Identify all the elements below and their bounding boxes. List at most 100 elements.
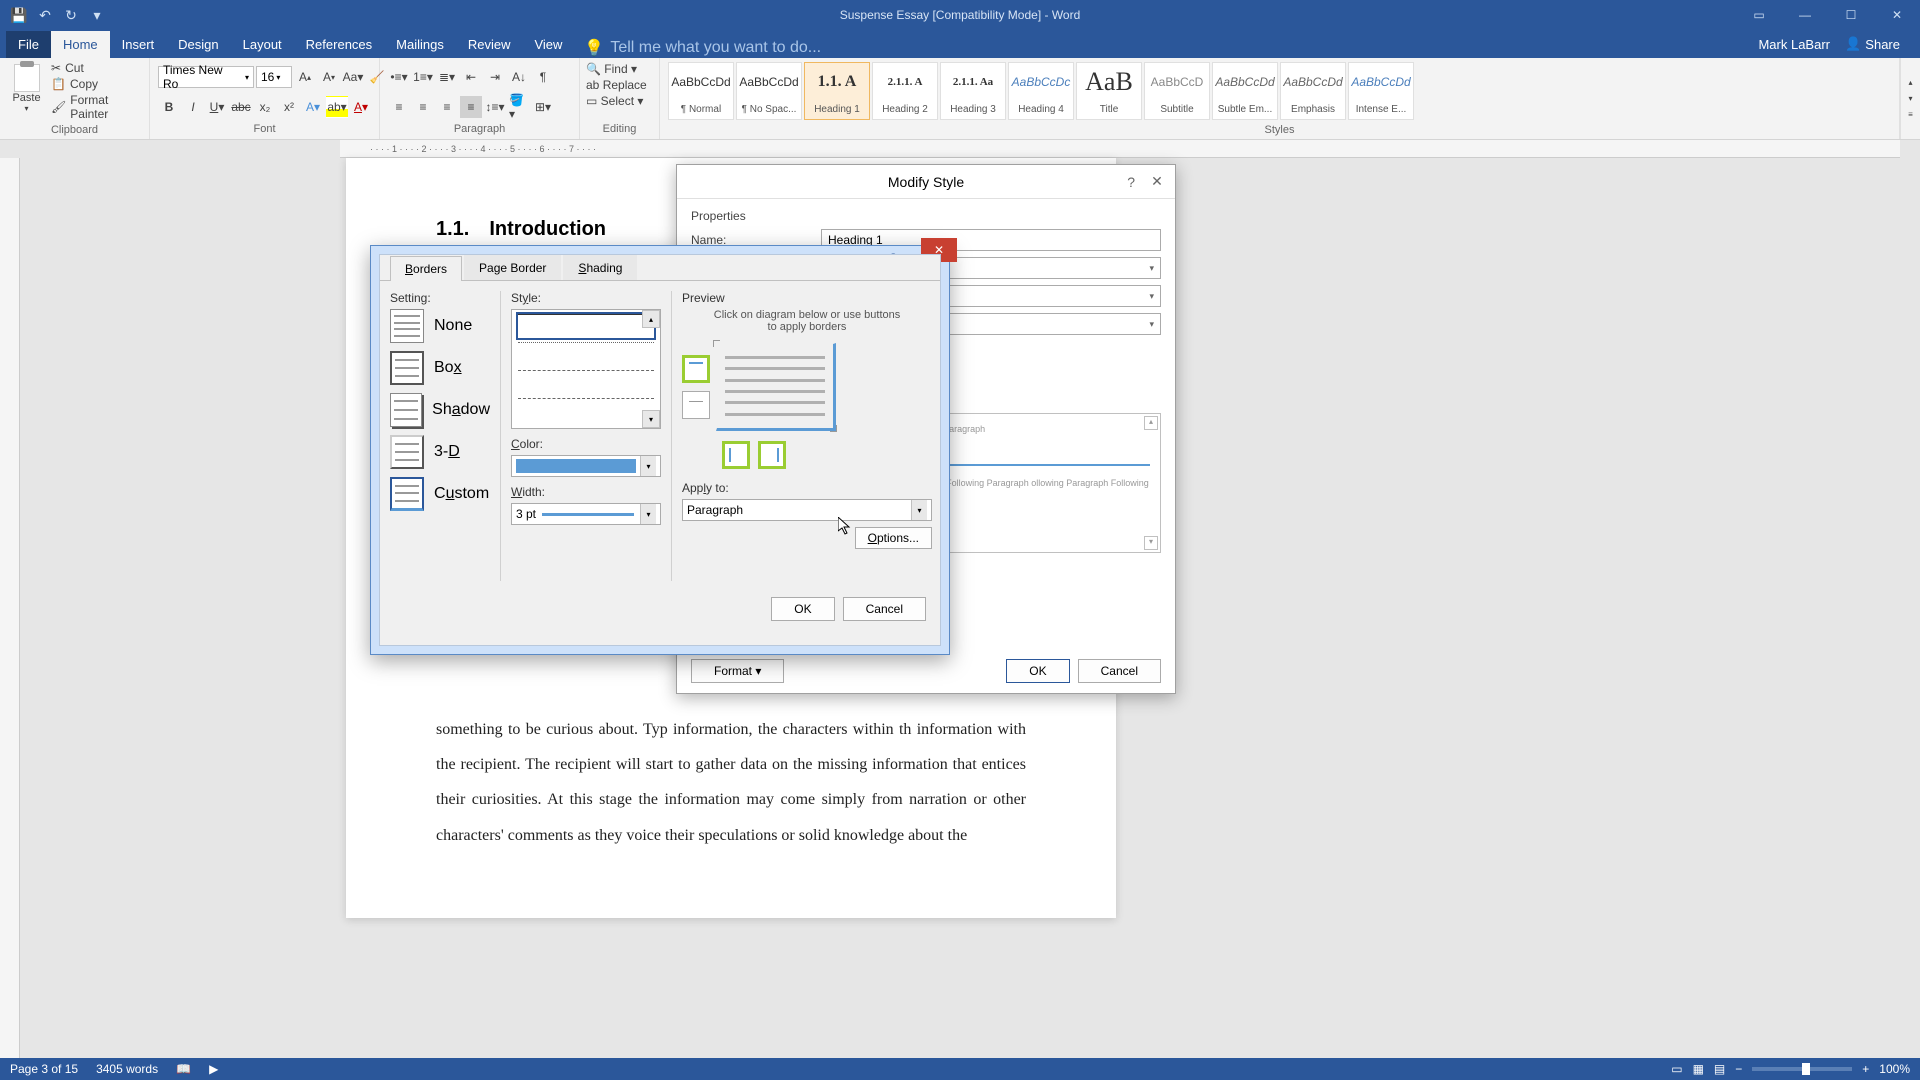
share-button[interactable]: 👤 Share bbox=[1835, 30, 1910, 58]
setting-none[interactable]: None bbox=[390, 309, 490, 343]
style-gallery-item[interactable]: 2.1.1. AHeading 2 bbox=[872, 62, 938, 120]
tab-home[interactable]: Home bbox=[51, 31, 110, 58]
change-case-icon[interactable]: Aa▾ bbox=[342, 66, 364, 88]
style-gallery-item[interactable]: AaBbCcDSubtitle bbox=[1144, 62, 1210, 120]
border-top-button[interactable] bbox=[682, 355, 710, 383]
border-color-combo[interactable]: ▾ bbox=[511, 455, 661, 477]
justify-icon[interactable]: ≡ bbox=[460, 96, 482, 118]
text-effects-icon[interactable]: A▾ bbox=[302, 96, 324, 118]
style-option-dashed[interactable] bbox=[518, 370, 654, 394]
style-option-solid[interactable] bbox=[518, 314, 654, 338]
print-layout-icon[interactable]: ▦ bbox=[1693, 1062, 1704, 1076]
horizontal-ruler[interactable]: · · · · 1 · · · · 2 · · · · 3 · · · · 4 … bbox=[340, 140, 1900, 158]
tab-file[interactable]: File bbox=[6, 31, 51, 58]
underline-button[interactable]: U▾ bbox=[206, 96, 228, 118]
page-indicator[interactable]: Page 3 of 15 bbox=[10, 1062, 78, 1076]
font-name-combo[interactable]: Times New Ro▾ bbox=[158, 66, 254, 88]
qat-customize-icon[interactable]: ▾ bbox=[88, 6, 106, 24]
maximize-icon[interactable]: ☐ bbox=[1828, 0, 1874, 30]
style-gallery-item[interactable]: AaBTitle bbox=[1076, 62, 1142, 120]
cancel-button[interactable]: Cancel bbox=[843, 597, 926, 621]
styles-scroll-up-icon[interactable]: ▴ bbox=[1900, 75, 1920, 91]
help-icon[interactable]: ? bbox=[1127, 174, 1135, 190]
document-body-text[interactable]: something to be curious about. Typ infor… bbox=[436, 712, 1026, 853]
tab-shading[interactable]: Shading bbox=[563, 255, 637, 280]
zoom-slider[interactable] bbox=[1752, 1067, 1852, 1071]
setting-shadow[interactable]: Shadow bbox=[390, 393, 490, 427]
ok-button[interactable]: OK bbox=[1006, 659, 1069, 683]
numbering-icon[interactable]: 1≡▾ bbox=[412, 66, 434, 88]
style-option-dashed2[interactable] bbox=[518, 398, 654, 422]
zoom-out-icon[interactable]: − bbox=[1735, 1062, 1742, 1076]
bold-button[interactable]: B bbox=[158, 96, 180, 118]
setting-3d[interactable]: 3-D bbox=[390, 435, 490, 469]
style-gallery-item[interactable]: 2.1.1. AaHeading 3 bbox=[940, 62, 1006, 120]
close-icon[interactable]: ✕ bbox=[1874, 0, 1920, 30]
align-center-icon[interactable]: ≡ bbox=[412, 96, 434, 118]
paste-button[interactable]: Paste ▾ bbox=[6, 60, 47, 113]
styles-scroll-down-icon[interactable]: ▾ bbox=[1900, 91, 1920, 107]
line-spacing-icon[interactable]: ↕≡▾ bbox=[484, 96, 506, 118]
style-gallery-item[interactable]: 1.1. AHeading 1 bbox=[804, 62, 870, 120]
cancel-button[interactable]: Cancel bbox=[1078, 659, 1161, 683]
ribbon-display-icon[interactable]: ▭ bbox=[1736, 0, 1782, 30]
strikethrough-button[interactable]: abc bbox=[230, 96, 252, 118]
grow-font-icon[interactable]: A▴ bbox=[294, 66, 316, 88]
border-right-button[interactable] bbox=[758, 441, 786, 469]
macros-icon[interactable]: ▶ bbox=[209, 1062, 218, 1076]
undo-icon[interactable]: ↶ bbox=[36, 6, 54, 24]
italic-button[interactable]: I bbox=[182, 96, 204, 118]
spellcheck-icon[interactable]: 📖 bbox=[176, 1062, 191, 1076]
zoom-in-icon[interactable]: + bbox=[1862, 1062, 1869, 1076]
tab-insert[interactable]: Insert bbox=[110, 31, 167, 58]
show-marks-icon[interactable]: ¶ bbox=[532, 66, 554, 88]
border-width-combo[interactable]: 3 pt ▾ bbox=[511, 503, 661, 525]
bullets-icon[interactable]: •≡▾ bbox=[388, 66, 410, 88]
align-right-icon[interactable]: ≡ bbox=[436, 96, 458, 118]
scroll-up-icon[interactable]: ▴ bbox=[642, 310, 660, 328]
shrink-font-icon[interactable]: A▾ bbox=[318, 66, 340, 88]
style-gallery-item[interactable]: AaBbCcDd¶ Normal bbox=[668, 62, 734, 120]
tell-me-search[interactable]: 💡 Tell me what you want to do... bbox=[584, 38, 821, 58]
save-icon[interactable]: 💾 bbox=[10, 6, 28, 24]
align-left-icon[interactable]: ≡ bbox=[388, 96, 410, 118]
account-name[interactable]: Mark LaBarr bbox=[1748, 31, 1840, 58]
read-mode-icon[interactable]: ▭ bbox=[1671, 1062, 1682, 1076]
tab-layout[interactable]: Layout bbox=[231, 31, 294, 58]
word-count[interactable]: 3405 words bbox=[96, 1062, 158, 1076]
close-icon[interactable]: ✕ bbox=[1139, 165, 1175, 199]
scroll-up-icon[interactable]: ▴ bbox=[1144, 416, 1158, 430]
dialog-title-bar[interactable]: Modify Style ? ✕ bbox=[677, 165, 1175, 199]
format-button[interactable]: Format ▾ bbox=[691, 659, 784, 683]
find-button[interactable]: 🔍 Find ▾ bbox=[586, 62, 637, 76]
sort-icon[interactable]: A↓ bbox=[508, 66, 530, 88]
style-gallery-item[interactable]: AaBbCcDd¶ No Spac... bbox=[736, 62, 802, 120]
border-middle-button[interactable] bbox=[682, 391, 710, 419]
style-gallery-item[interactable]: AaBbCcDdEmphasis bbox=[1280, 62, 1346, 120]
border-preview-diagram[interactable] bbox=[716, 343, 836, 431]
tab-design[interactable]: Design bbox=[166, 31, 230, 58]
decrease-indent-icon[interactable]: ⇤ bbox=[460, 66, 482, 88]
cut-button[interactable]: ✂Cut bbox=[51, 60, 143, 76]
tab-review[interactable]: Review bbox=[456, 31, 523, 58]
style-gallery-item[interactable]: AaBbCcDdIntense E... bbox=[1348, 62, 1414, 120]
format-painter-button[interactable]: 🖌Format Painter bbox=[51, 92, 143, 122]
font-color-icon[interactable]: A▾ bbox=[350, 96, 372, 118]
web-layout-icon[interactable]: ▤ bbox=[1714, 1062, 1725, 1076]
options-button[interactable]: Options... bbox=[855, 527, 932, 549]
tab-references[interactable]: References bbox=[294, 31, 384, 58]
zoom-level[interactable]: 100% bbox=[1879, 1062, 1910, 1076]
tab-view[interactable]: View bbox=[522, 31, 574, 58]
shading-icon[interactable]: 🪣▾ bbox=[508, 96, 530, 118]
scroll-down-icon[interactable]: ▾ bbox=[1144, 536, 1158, 550]
minimize-icon[interactable]: — bbox=[1782, 0, 1828, 30]
tab-borders[interactable]: Borders bbox=[390, 256, 462, 281]
superscript-button[interactable]: x² bbox=[278, 96, 300, 118]
style-gallery-item[interactable]: AaBbCcDdSubtle Em... bbox=[1212, 62, 1278, 120]
border-left-button[interactable] bbox=[722, 441, 750, 469]
increase-indent-icon[interactable]: ⇥ bbox=[484, 66, 506, 88]
style-gallery-item[interactable]: AaBbCcDcHeading 4 bbox=[1008, 62, 1074, 120]
borders-icon[interactable]: ⊞▾ bbox=[532, 96, 554, 118]
subscript-button[interactable]: x₂ bbox=[254, 96, 276, 118]
font-size-combo[interactable]: 16▾ bbox=[256, 66, 292, 88]
